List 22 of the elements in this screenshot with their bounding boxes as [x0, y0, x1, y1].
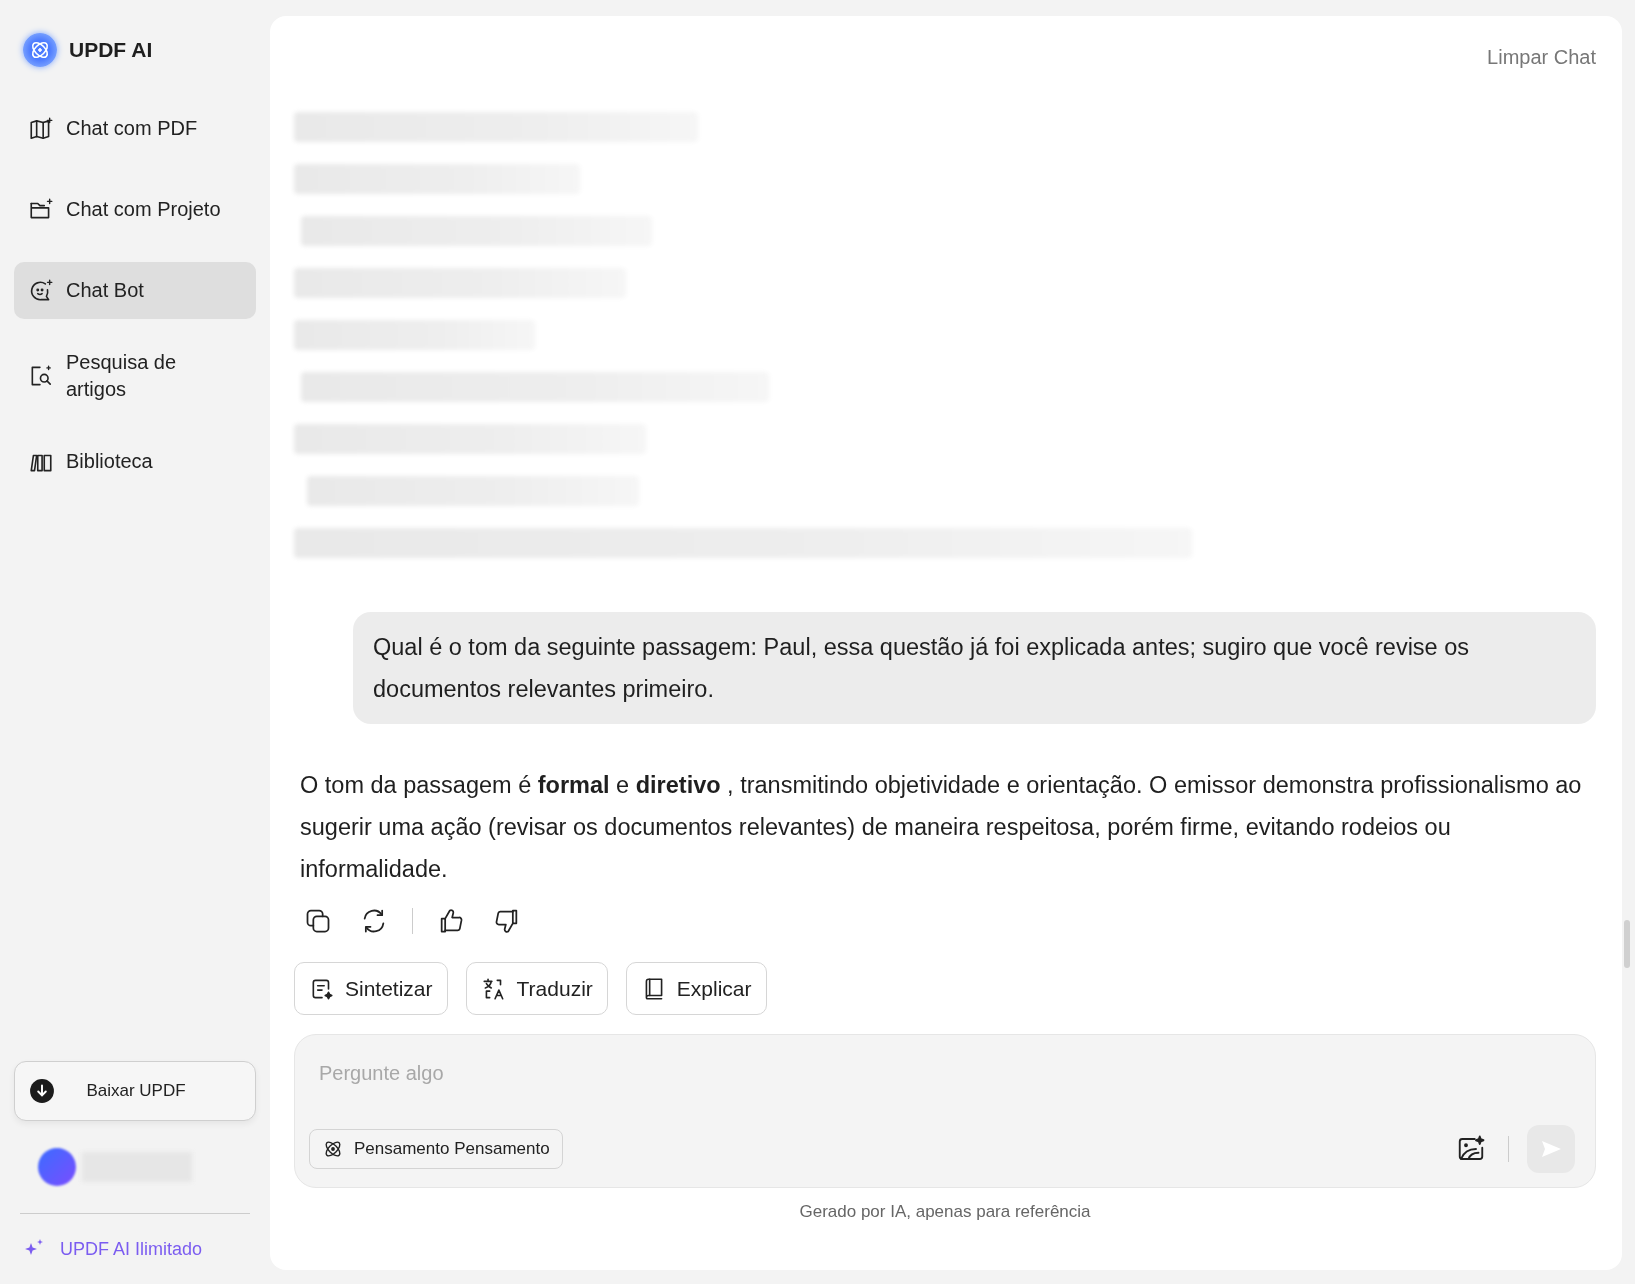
disclaimer-text: Gerado por IA, apenas para referência: [798, 1202, 1092, 1222]
nav-item[interactable]: Chat com PDF: [14, 100, 256, 157]
user-message: Qual é o tom da seguinte passagem: Paul, essa questão já foi explicada antes; sugiro que você revise os documentos relevantes primeiro.: [353, 612, 1596, 724]
thinking-mode-button[interactable]: Pensamento Pensamento: [309, 1129, 563, 1169]
scrollbar[interactable]: [1624, 920, 1630, 968]
clear-chat-button[interactable]: Limpar Chat: [1487, 45, 1596, 69]
nav-item[interactable]: Chat com Projeto: [14, 181, 256, 238]
download-icon: [29, 1078, 55, 1104]
quick-action-button[interactable]: Traduzir: [465, 962, 608, 1015]
avatar[interactable]: [38, 1148, 76, 1186]
nav-item[interactable]: Pesquisa de artigos: [14, 343, 256, 409]
quick-action-button[interactable]: Sintetizar: [294, 962, 448, 1015]
chat-input[interactable]: Pergunte algo Pensamento Pensamento: [294, 1034, 1596, 1188]
logo-icon: [23, 33, 57, 67]
copy-icon: [304, 907, 332, 935]
download-button[interactable]: Baixar UPDF: [14, 1061, 256, 1121]
quick-action-button[interactable]: Explicar: [625, 962, 767, 1015]
nav-item[interactable]: Biblioteca: [14, 433, 256, 490]
app-name: UPDF AI: [69, 38, 153, 62]
upgrade-link[interactable]: UPDF AI Ilimitado: [14, 1214, 256, 1284]
assistant-message: O tom da passagem é formal e diretivo , transmitindo objetividade e orientação. O emissor demonstra profissionalismo ao sugerir uma ação (revisar os documentos relevantes) de maneira respeitosa, porém firme, evitando rodeios ou informalidade.: [299, 771, 1583, 884]
nav-item[interactable]: Chat Bot: [14, 262, 256, 319]
